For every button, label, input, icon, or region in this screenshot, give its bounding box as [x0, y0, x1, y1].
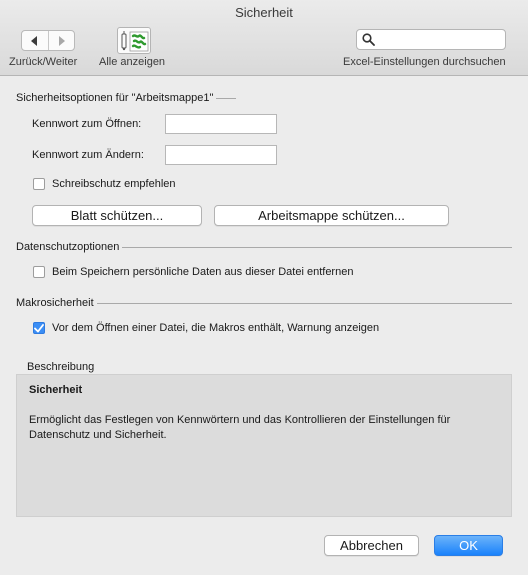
readonly-checkbox[interactable] [33, 178, 45, 190]
search-field[interactable] [356, 29, 506, 50]
toolbar: Sicherheit Zurück/Weiter Alle anzeigen E… [0, 0, 528, 76]
show-all-button[interactable] [117, 27, 151, 54]
chevron-right-icon [59, 35, 66, 46]
search-label: Excel-Einstellungen durchsuchen [343, 56, 506, 68]
description-text: Ermöglicht das Festlegen von Kennwörtern… [29, 414, 451, 441]
protect-workbook-button[interactable]: Arbeitsmappe schützen... [214, 205, 449, 226]
macro-heading-text: Makrosicherheit [16, 297, 94, 309]
macro-warn-label: Vor dem Öffnen einer Datei, die Makros e… [52, 322, 380, 334]
security-options-heading: Sicherheitsoptionen für "Arbeitsmappe1" [16, 92, 237, 104]
description-title: Sicherheit [29, 384, 83, 396]
readonly-label: Schreibschutz empfehlen [52, 178, 176, 190]
privacy-heading-text: Datenschutzoptionen [16, 241, 120, 253]
section-divider [96, 302, 512, 304]
preferences-window: Sicherheit Zurück/Weiter Alle anzeigen E… [0, 0, 528, 575]
readonly-checkbox-row[interactable]: Schreibschutz empfehlen [33, 178, 176, 190]
back-button[interactable] [22, 31, 48, 50]
remove-personal-label: Beim Speichern persönliche Daten aus die… [52, 266, 354, 278]
description-label: Beschreibung [27, 361, 95, 373]
excel-preferences-icon [121, 31, 149, 52]
show-all-label: Alle anzeigen [99, 56, 166, 68]
macro-heading: Makrosicherheit [16, 297, 512, 309]
open-password-input[interactable] [166, 115, 276, 133]
macro-warn-row[interactable]: Vor dem Öffnen einer Datei, die Makros e… [33, 322, 379, 334]
forward-button[interactable] [47, 31, 75, 50]
search-icon [362, 33, 375, 46]
chevron-left-icon [30, 35, 37, 46]
ok-button[interactable]: OK [434, 535, 503, 556]
remove-personal-checkbox[interactable] [33, 266, 45, 278]
window-title: Sicherheit [235, 5, 293, 20]
section-divider [122, 246, 512, 248]
modify-password-field[interactable] [165, 145, 277, 165]
protect-sheet-button[interactable]: Blatt schützen... [32, 205, 202, 226]
open-password-field[interactable] [165, 114, 277, 134]
security-options-heading-text: Sicherheitsoptionen für "Arbeitsmappe1" [16, 92, 214, 104]
cancel-button[interactable]: Abbrechen [324, 535, 419, 556]
back-forward-label: Zurück/Weiter [9, 56, 78, 68]
remove-personal-row[interactable]: Beim Speichern persönliche Daten aus die… [33, 266, 353, 278]
back-forward-control [21, 30, 75, 51]
description-box: Sicherheit Ermöglicht das Festlegen von … [16, 374, 512, 517]
open-password-label: Kennwort zum Öffnen: [32, 118, 142, 130]
modify-password-label: Kennwort zum Ändern: [32, 149, 144, 161]
search-input[interactable] [377, 32, 501, 47]
section-divider [216, 97, 237, 99]
checkmark-icon [34, 323, 44, 332]
macro-warn-checkbox[interactable] [33, 322, 45, 334]
privacy-heading: Datenschutzoptionen [16, 241, 512, 253]
modify-password-input[interactable] [166, 146, 276, 164]
